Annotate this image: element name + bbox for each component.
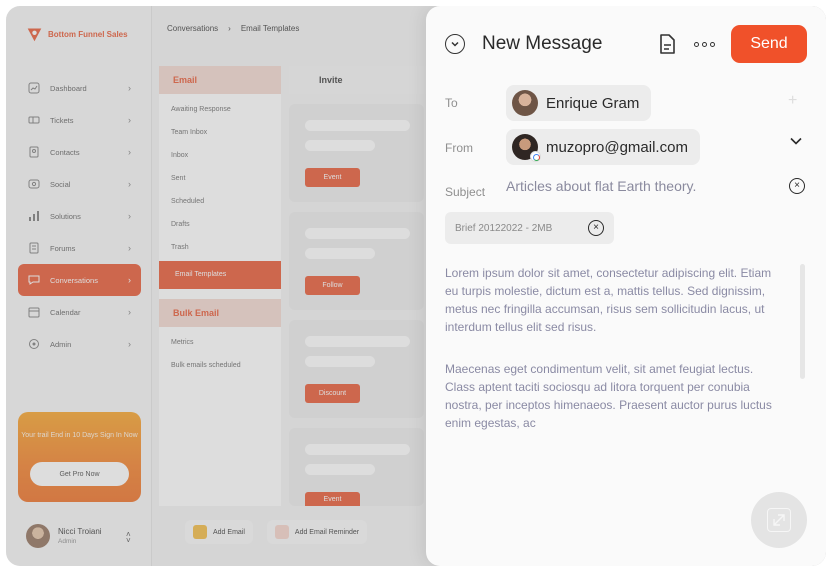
- avatar: [512, 90, 538, 116]
- clear-subject-icon[interactable]: ×: [789, 178, 805, 194]
- sender-chip[interactable]: muzopro@gmail.com: [506, 129, 700, 165]
- recipient-chip[interactable]: Enrique Gram: [506, 85, 652, 121]
- attachment-name: Brief 20122022 - 2MB: [455, 222, 553, 234]
- body-paragraph: Lorem ipsum dolor sit amet, consectetur …: [445, 266, 772, 334]
- from-label: From: [445, 141, 473, 155]
- send-button[interactable]: Send: [731, 25, 807, 63]
- google-icon: [530, 151, 541, 162]
- sender-email: muzopro@gmail.com: [546, 138, 688, 156]
- new-message-modal: New Message Send To Enrique Gram + From …: [426, 6, 826, 566]
- recipient-name: Enrique Gram: [546, 94, 640, 112]
- attachment-chip[interactable]: Brief 20122022 - 2MB ×: [445, 212, 614, 244]
- scrollbar[interactable]: [800, 264, 805, 379]
- app-window: Bottom Funnel Sales Dashboard › Tickets …: [6, 6, 826, 566]
- body-paragraph: Maecenas eget condimentum velit, sit ame…: [445, 362, 772, 430]
- avatar: [512, 134, 541, 162]
- expand-button[interactable]: [751, 492, 807, 548]
- remove-attachment-icon[interactable]: ×: [588, 220, 604, 236]
- chevron-down-icon[interactable]: [445, 34, 465, 54]
- chevron-down-icon[interactable]: [789, 134, 803, 148]
- expand-icon: [767, 508, 791, 532]
- message-body[interactable]: Lorem ipsum dolor sit amet, consectetur …: [445, 264, 785, 432]
- subject-label: Subject: [445, 185, 486, 199]
- to-label: To: [445, 96, 458, 110]
- add-recipient-icon[interactable]: +: [788, 92, 797, 110]
- subject-input[interactable]: Articles about flat Earth theory.: [506, 178, 696, 194]
- modal-title: New Message: [482, 33, 603, 54]
- more-options-icon[interactable]: [694, 42, 715, 47]
- document-icon[interactable]: [658, 34, 676, 54]
